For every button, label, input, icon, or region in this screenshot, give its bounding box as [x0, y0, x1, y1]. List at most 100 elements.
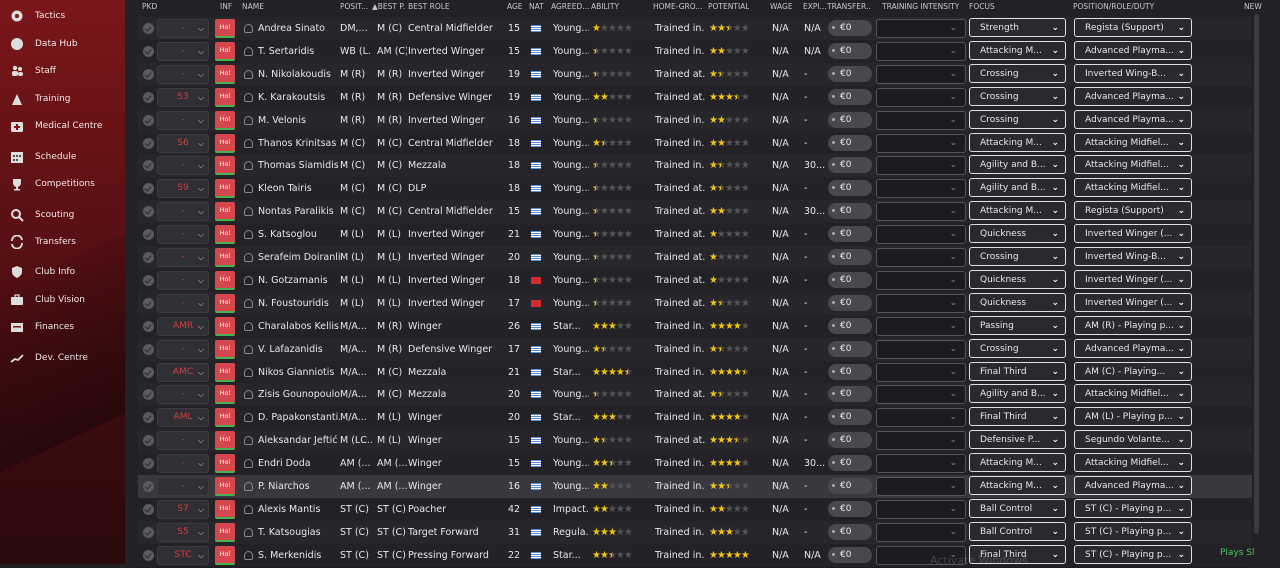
- training-intensity-dropdown[interactable]: ⌄: [876, 248, 966, 267]
- table-row[interactable]: - ⌵ Hol Endri Doda AM (... AM (... Winger 15 You…: [138, 452, 1252, 477]
- picked-check-icon[interactable]: [143, 389, 154, 401]
- focus-dropdown[interactable]: Strength ⌄: [969, 18, 1066, 37]
- pkd-position-dropdown[interactable]: - ⌵: [157, 431, 209, 451]
- player-name[interactable]: Andrea Sinato: [244, 17, 340, 40]
- training-intensity-dropdown[interactable]: ⌄: [876, 454, 966, 474]
- transfer-value-field[interactable]: €0: [828, 20, 872, 36]
- training-intensity-dropdown[interactable]: ⌄: [876, 270, 966, 290]
- table-row[interactable]: - ⌵ Hol N. Foustouridis M (L) M (L) Inverted W…: [138, 291, 1252, 316]
- training-intensity-dropdown[interactable]: ⌄: [876, 110, 966, 130]
- picked-check-icon[interactable]: [143, 458, 154, 470]
- training-intensity-dropdown[interactable]: ⌄: [876, 522, 966, 542]
- training-intensity-dropdown[interactable]: ⌄: [876, 19, 966, 38]
- header-training-intensity[interactable]: TRAINING INTENSITY: [882, 0, 959, 14]
- vertical-scrollbar[interactable]: [1254, 14, 1259, 534]
- role-duty-dropdown[interactable]: ST (C) - Playing p... ⌄: [1074, 498, 1192, 518]
- focus-dropdown[interactable]: Attacking M... ⌄: [969, 201, 1066, 221]
- transfer-value-field[interactable]: €0: [828, 363, 872, 380]
- picked-check-icon[interactable]: [143, 297, 154, 309]
- role-duty-dropdown[interactable]: ST (C) - Playing p... ⌄: [1074, 521, 1192, 541]
- focus-dropdown[interactable]: Quickness ⌄: [969, 269, 1066, 289]
- pkd-position-dropdown[interactable]: S6 ⌵: [157, 133, 209, 153]
- role-duty-dropdown[interactable]: Inverted Winger (... ⌄: [1074, 269, 1192, 289]
- sidebar-item-schedule[interactable]: Schedule: [0, 146, 125, 168]
- player-name[interactable]: D. Papakonstanti...: [244, 406, 340, 429]
- pkd-position-dropdown[interactable]: - ⌵: [157, 41, 209, 61]
- pkd-position-dropdown[interactable]: S9 ⌵: [157, 179, 209, 199]
- pkd-position-dropdown[interactable]: - ⌵: [157, 202, 209, 222]
- player-name[interactable]: T. Sertaridis: [244, 40, 340, 63]
- picked-check-icon[interactable]: [143, 160, 154, 172]
- focus-dropdown[interactable]: Agility and B... ⌄: [969, 155, 1066, 175]
- focus-dropdown[interactable]: Ball Control ⌄: [969, 521, 1066, 541]
- header-position[interactable]: POSIT...: [340, 0, 372, 14]
- focus-dropdown[interactable]: Agility and B... ⌄: [969, 384, 1066, 404]
- table-row[interactable]: S7 ⌵ Hol Alexis Mantis ST (C) ST (C) Poacher 42…: [138, 497, 1252, 522]
- picked-check-icon[interactable]: [143, 183, 154, 195]
- table-row[interactable]: - ⌵ Hol P. Niarchos AM (... AM (... Winger 16 Yo…: [138, 475, 1252, 499]
- transfer-value-field[interactable]: €0: [828, 88, 872, 105]
- focus-dropdown[interactable]: Final Third ⌄: [969, 361, 1066, 381]
- focus-dropdown[interactable]: Agility and B... ⌄: [969, 178, 1066, 198]
- focus-dropdown[interactable]: Crossing ⌄: [969, 338, 1066, 358]
- pkd-position-dropdown[interactable]: - ⌵: [157, 19, 209, 38]
- header-age[interactable]: AGE: [507, 0, 523, 14]
- picked-check-icon[interactable]: [143, 320, 154, 332]
- table-row[interactable]: - ⌵ Hol Zisis Gounopoulos M/A... M (C) Mezzala…: [138, 383, 1252, 408]
- role-duty-dropdown[interactable]: Regista (Support) ⌄: [1074, 201, 1192, 221]
- header-new[interactable]: NEW: [1244, 0, 1262, 14]
- pkd-position-dropdown[interactable]: - ⌵: [157, 110, 209, 130]
- pkd-position-dropdown[interactable]: - ⌵: [157, 270, 209, 290]
- player-name[interactable]: Thanos Krinitsas: [244, 132, 340, 155]
- pkd-position-dropdown[interactable]: - ⌵: [157, 64, 209, 84]
- table-row[interactable]: - ⌵ Hol Serafeim Doiranlis M (L) M (L) Inverte…: [138, 246, 1252, 270]
- header-wage[interactable]: WAGE: [770, 0, 793, 14]
- pkd-position-dropdown[interactable]: S3 ⌵: [157, 87, 209, 107]
- player-name[interactable]: Alexis Mantis: [244, 498, 340, 521]
- player-name[interactable]: M. Velonis: [244, 109, 340, 132]
- sidebar-item-scouting[interactable]: Scouting: [0, 204, 125, 226]
- player-name[interactable]: Endri Doda: [244, 452, 340, 475]
- focus-dropdown[interactable]: Attacking M... ⌄: [969, 453, 1066, 473]
- header-expires[interactable]: EXPI...: [803, 0, 827, 14]
- role-duty-dropdown[interactable]: Attacking Midfiel... ⌄: [1074, 384, 1192, 404]
- table-row[interactable]: - ⌵ Hol N. Nikolakoudis M (R) M (R) Inverted W…: [138, 62, 1252, 87]
- pkd-position-dropdown[interactable]: - ⌵: [157, 293, 209, 313]
- role-duty-dropdown[interactable]: Attacking Midfiel... ⌄: [1074, 132, 1192, 152]
- transfer-value-field[interactable]: €0: [828, 294, 872, 311]
- picked-check-icon[interactable]: [143, 91, 154, 103]
- pkd-position-dropdown[interactable]: - ⌵: [157, 248, 209, 267]
- table-row[interactable]: AMC ⌵ Hol Nikos Gianniotis M/A... M (C) Mezzal…: [138, 360, 1252, 385]
- pkd-position-dropdown[interactable]: S5 ⌵: [157, 522, 209, 542]
- transfer-value-field[interactable]: €0: [828, 203, 872, 220]
- transfer-value-field[interactable]: €0: [828, 157, 872, 174]
- role-duty-dropdown[interactable]: Advanced Playma... ⌄: [1074, 40, 1192, 60]
- header-best-position[interactable]: ▲BEST P...: [372, 0, 406, 14]
- training-intensity-dropdown[interactable]: ⌄: [876, 362, 966, 382]
- role-duty-dropdown[interactable]: Segundo Volante... ⌄: [1074, 430, 1192, 450]
- training-intensity-dropdown[interactable]: ⌄: [876, 87, 966, 107]
- picked-check-icon[interactable]: [143, 526, 154, 538]
- pkd-position-dropdown[interactable]: - ⌵: [157, 339, 209, 359]
- transfer-value-field[interactable]: €0: [828, 478, 872, 494]
- role-duty-dropdown[interactable]: Advanced Playma... ⌄: [1074, 86, 1192, 106]
- picked-check-icon[interactable]: [143, 137, 154, 149]
- focus-dropdown[interactable]: Final Third ⌄: [969, 407, 1066, 427]
- player-name[interactable]: Charalabos Kellis: [244, 315, 340, 338]
- table-row[interactable]: S3 ⌵ Hol K. Karakoutsis M (R) M (R) Defensive …: [138, 85, 1252, 110]
- picked-check-icon[interactable]: [143, 343, 154, 355]
- focus-dropdown[interactable]: Passing ⌄: [969, 315, 1066, 335]
- pkd-position-dropdown[interactable]: - ⌵: [157, 156, 209, 176]
- training-intensity-dropdown[interactable]: ⌄: [876, 179, 966, 199]
- role-duty-dropdown[interactable]: Advanced Playma... ⌄: [1074, 476, 1192, 495]
- sidebar-item-medical-centre[interactable]: Medical Centre: [0, 115, 125, 137]
- player-name[interactable]: N. Nikolakoudis: [244, 63, 340, 86]
- header-pkd[interactable]: PKD: [142, 0, 157, 14]
- header-ability[interactable]: ABILITY: [591, 0, 619, 14]
- transfer-value-field[interactable]: €0: [828, 134, 872, 151]
- player-name[interactable]: Aleksandar Jeftić: [244, 429, 340, 452]
- sidebar-item-tactics[interactable]: Tactics: [0, 5, 125, 27]
- focus-dropdown[interactable]: Attacking M... ⌄: [969, 476, 1066, 495]
- table-row[interactable]: S6 ⌵ Hol Thanos Krinitsas M (C) M (C) Central …: [138, 131, 1252, 156]
- pkd-position-dropdown[interactable]: - ⌵: [157, 454, 209, 474]
